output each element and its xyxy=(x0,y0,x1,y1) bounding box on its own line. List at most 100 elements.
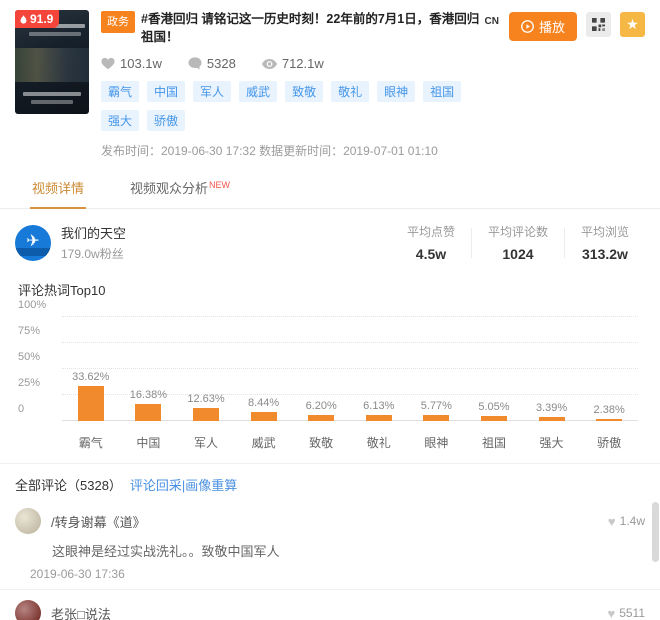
x-axis-label: 中国 xyxy=(136,436,161,450)
publish-info: 发布时间：2019-06-30 17:32 数据更新时间：2019-07-01 … xyxy=(101,144,438,158)
video-thumbnail[interactable]: 91.9 xyxy=(15,10,89,114)
bar-group: 33.62% xyxy=(62,371,120,421)
favorite-button[interactable]: ★ xyxy=(620,12,645,37)
keyword-tag[interactable]: 敬礼 xyxy=(331,81,370,102)
comment-date: 2019-06-30 17:36 xyxy=(30,567,125,581)
bar-value-label: 5.77% xyxy=(420,400,452,412)
chart-bars: 33.62% 16.38% 12.63% 8.44% 6.20% 6.13% 5.77% 5.… xyxy=(62,317,638,421)
keyword-tag[interactable]: 军人 xyxy=(193,81,232,102)
account-meta: 我们的天空 179.0w粉丝 xyxy=(61,223,126,262)
likes-count: 103.1w xyxy=(120,56,162,71)
bar[interactable] xyxy=(365,414,392,421)
keyword-tags: 霸气 中国 军人 威武 致敬 敬礼 眼神 祖国强大 骄傲 xyxy=(101,81,499,131)
x-axis-label: 霸气 xyxy=(78,436,103,450)
bar[interactable] xyxy=(423,415,450,421)
comments-recollect-link[interactable]: 评论回采|画像重算 xyxy=(130,475,237,494)
tab-audience-analysis[interactable]: 视频观众分析NEW xyxy=(128,169,232,208)
tab-label: 视频详情 xyxy=(32,181,85,196)
views-stat: 712.1w xyxy=(261,56,324,71)
comment-head: 老张□说法 ♥ 5511 xyxy=(15,600,645,620)
keyword-tag[interactable]: 强大 xyxy=(101,110,140,131)
comment-likes: ♥ 1.4w xyxy=(608,514,645,529)
y-axis-tick: 50% xyxy=(18,351,41,363)
video-title: #香港回归 请铭记这一历史时刻！22年前的7月1日，香港回归祖国！ xyxy=(141,12,480,44)
comments-header: 全部评论（5328） 评论回采|画像重算 xyxy=(0,464,660,498)
x-axis-label: 威武 xyxy=(251,436,276,450)
video-stats: 103.1w 5328 712.1w xyxy=(101,56,499,71)
qr-code-icon xyxy=(592,18,605,31)
metric-2: 平均浏览 313.2w xyxy=(565,223,645,262)
keyword-tag[interactable]: 致敬 xyxy=(285,81,324,102)
chart-title: 评论热词Top10 xyxy=(18,283,106,298)
bar[interactable] xyxy=(596,418,623,421)
comment-list: /转身谢幕《道》 ♥ 1.4w 这眼神是经过实战洗礼。。致敬中国军人 2019-06-3… xyxy=(0,498,660,620)
bar[interactable] xyxy=(250,412,277,421)
qr-code-button[interactable] xyxy=(586,12,611,37)
bar[interactable] xyxy=(480,415,507,421)
keyword-tag[interactable]: 眼神 xyxy=(377,81,416,102)
x-axis-label: 骄傲 xyxy=(597,436,622,450)
hot-score-value: 91.9 xyxy=(30,12,54,26)
metric-0: 平均点赞 4.5w xyxy=(391,223,471,262)
bar-value-label: 6.13% xyxy=(363,399,395,412)
thumbnail-caption-line xyxy=(29,32,81,36)
keyword-tag[interactable]: 霸气 xyxy=(101,81,140,102)
hot-words-chart: 评论热词Top10 100% 75% 50% 25% 0 33.62% 16.38% 12.6… xyxy=(0,274,660,451)
metric-value: 313.2w xyxy=(582,246,628,262)
metric-label: 平均点赞 xyxy=(406,225,455,239)
commenter-avatar[interactable] xyxy=(15,508,41,534)
bar-value-label: 16.38% xyxy=(129,388,168,401)
tab-video-detail[interactable]: 视频详情 xyxy=(30,169,87,209)
metric-label: 平均评论数 xyxy=(487,225,548,239)
bar-value-label: 12.63% xyxy=(187,392,225,405)
comment-likes: ♥ 5511 xyxy=(607,606,645,620)
comment-like-count: 1.4w xyxy=(619,514,645,528)
bar[interactable] xyxy=(77,386,104,421)
bar-chart-plot: 100% 75% 50% 25% 0 33.62% 16.38% 12.63% 8.44% 6.2… xyxy=(18,299,642,451)
keyword-tag[interactable]: 骄傲 xyxy=(147,110,186,131)
bar-value-label: 2.38% xyxy=(593,403,625,416)
play-button-label: 播放 xyxy=(538,20,565,35)
comment-like-count: 5511 xyxy=(619,606,645,620)
keyword-tag[interactable]: 威武 xyxy=(239,81,278,102)
video-analytics-page: 91.9 政务 #香港回归 请铭记这一历史时刻！22年前的7月1日，香港回归祖国… xyxy=(0,0,660,620)
metric-value: 1024 xyxy=(502,246,534,262)
play-button[interactable]: 播放 xyxy=(508,12,577,41)
x-axis-label: 军人 xyxy=(193,436,218,450)
bar-group: 16.38% xyxy=(120,389,178,421)
header-actions: 播放 ★ xyxy=(499,12,645,159)
bar-group: 12.63% xyxy=(177,393,235,421)
x-axis-label: 致敬 xyxy=(309,436,334,450)
keyword-tag[interactable]: 中国 xyxy=(147,81,186,102)
bar[interactable] xyxy=(135,403,162,421)
bar-value-label: 33.62% xyxy=(72,371,110,384)
bar-group: 2.38% xyxy=(580,404,638,421)
likes-stat: 103.1w xyxy=(101,56,162,71)
bar[interactable] xyxy=(192,407,219,421)
scrollbar-thumb[interactable] xyxy=(652,502,659,562)
comments-stat: 5328 xyxy=(188,56,236,71)
plane-icon: ✈ xyxy=(26,232,40,250)
account-name[interactable]: 我们的天空 xyxy=(61,223,126,242)
comment-text: 这眼神是经过实战洗礼。。致敬中国军人 xyxy=(52,544,280,559)
y-axis-tick: 0 xyxy=(18,403,25,415)
bar[interactable] xyxy=(538,417,565,421)
account-followers: 179.0w粉丝 xyxy=(61,247,124,261)
detail-tabs: 视频详情 视频观众分析NEW xyxy=(0,169,660,209)
new-badge: NEW xyxy=(209,179,231,190)
bar-value-label: 5.05% xyxy=(478,400,510,413)
commenter-avatar[interactable] xyxy=(15,600,41,620)
keyword-tag[interactable]: 祖国 xyxy=(423,81,462,102)
comments-section: 全部评论（5328） 评论回采|画像重算 /转身谢幕《道》 ♥ 1.4w 这眼神是经过… xyxy=(0,463,660,620)
metric-1: 平均评论数 1024 xyxy=(472,223,564,262)
comment-head: /转身谢幕《道》 ♥ 1.4w xyxy=(15,508,645,534)
commenter-name[interactable]: 老张□说法 xyxy=(51,604,111,620)
x-axis-labels: 霸气 中国 军人 威武 致敬 敬礼 眼神 祖国 强大 骄傲 xyxy=(62,434,638,451)
account-avatar[interactable]: ✈ xyxy=(15,224,51,261)
bar[interactable] xyxy=(308,414,335,421)
commenter-name[interactable]: /转身谢幕《道》 xyxy=(51,512,146,531)
account-metrics: 平均点赞 4.5w 平均评论数 1024 平均浏览 313.2w xyxy=(391,223,645,262)
comment-item: /转身谢幕《道》 ♥ 1.4w 这眼神是经过实战洗礼。。致敬中国军人 2019-06-3… xyxy=(0,498,660,590)
y-axis-tick: 25% xyxy=(18,377,41,389)
video-title-suffix: CN xyxy=(484,16,499,27)
